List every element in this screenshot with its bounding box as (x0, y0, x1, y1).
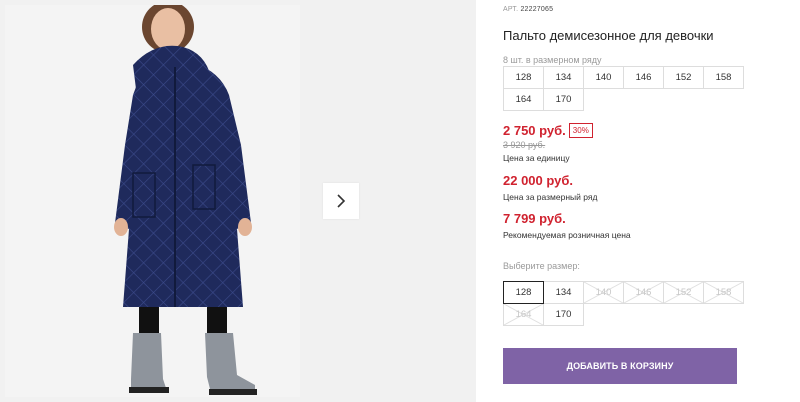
row-price: 22 000 руб. (503, 173, 574, 188)
size-option-label: 164 (515, 309, 532, 320)
size-option-label: 170 (555, 309, 572, 320)
pack-size: 158 (703, 66, 744, 89)
discount-badge: 30% (568, 123, 593, 138)
pack-size: 152 (663, 66, 704, 89)
pack-size-grid: 128 134 140 146 152 158 164 170 (503, 66, 744, 111)
pack-size: 170 (543, 88, 584, 111)
sku: АРТ. 22227065 (503, 6, 553, 13)
size-option-unavailable: 152 (663, 281, 704, 304)
old-price: 3 920 руб. (503, 140, 546, 150)
pack-size: 134 (543, 66, 584, 89)
size-option-selected[interactable]: 128 (503, 281, 544, 304)
size-option-label: 134 (555, 287, 572, 298)
size-option[interactable]: 134 (543, 281, 584, 304)
size-option-unavailable: 164 (503, 303, 544, 326)
size-selector: 128 134 140 146 152 158 164 170 (503, 281, 744, 326)
gallery-next-button[interactable] (323, 183, 359, 219)
size-option-unavailable: 140 (583, 281, 624, 304)
size-option[interactable]: 170 (543, 303, 584, 326)
sku-value: 22227065 (520, 6, 554, 13)
unit-price-label: Цена за единицу (503, 153, 570, 163)
pack-size: 146 (623, 66, 664, 89)
add-to-cart-button[interactable]: ДОБАВИТЬ В КОРЗИНУ (503, 348, 737, 384)
product-title: Пальто демисезонное для девочки (503, 28, 714, 43)
retail-price-label: Рекомендуемая розничная цена (503, 230, 631, 240)
pack-size: 164 (503, 88, 544, 111)
size-option-unavailable: 158 (703, 281, 744, 304)
choose-size-label: Выберите размер: (503, 261, 580, 271)
size-option-label: 128 (515, 287, 532, 298)
size-option-label: 146 (635, 287, 652, 298)
retail-price: 7 799 руб. (503, 211, 566, 226)
size-option-label: 140 (595, 287, 612, 298)
sku-label: АРТ. (503, 6, 519, 13)
unit-price-row: 2 750 руб. 30% (503, 122, 593, 140)
size-option-label: 152 (675, 287, 692, 298)
chevron-right-icon (337, 194, 346, 208)
size-option-unavailable: 146 (623, 281, 664, 304)
unit-price: 2 750 руб. (503, 123, 566, 138)
product-photo-image (5, 5, 300, 397)
pack-note: 8 шт. в размерном ряду (503, 55, 602, 65)
product-photo[interactable] (5, 5, 300, 397)
size-option-label: 158 (715, 287, 732, 298)
pack-size: 128 (503, 66, 544, 89)
product-gallery (0, 0, 476, 402)
pack-size: 140 (583, 66, 624, 89)
row-price-label: Цена за размерный ряд (503, 192, 598, 202)
